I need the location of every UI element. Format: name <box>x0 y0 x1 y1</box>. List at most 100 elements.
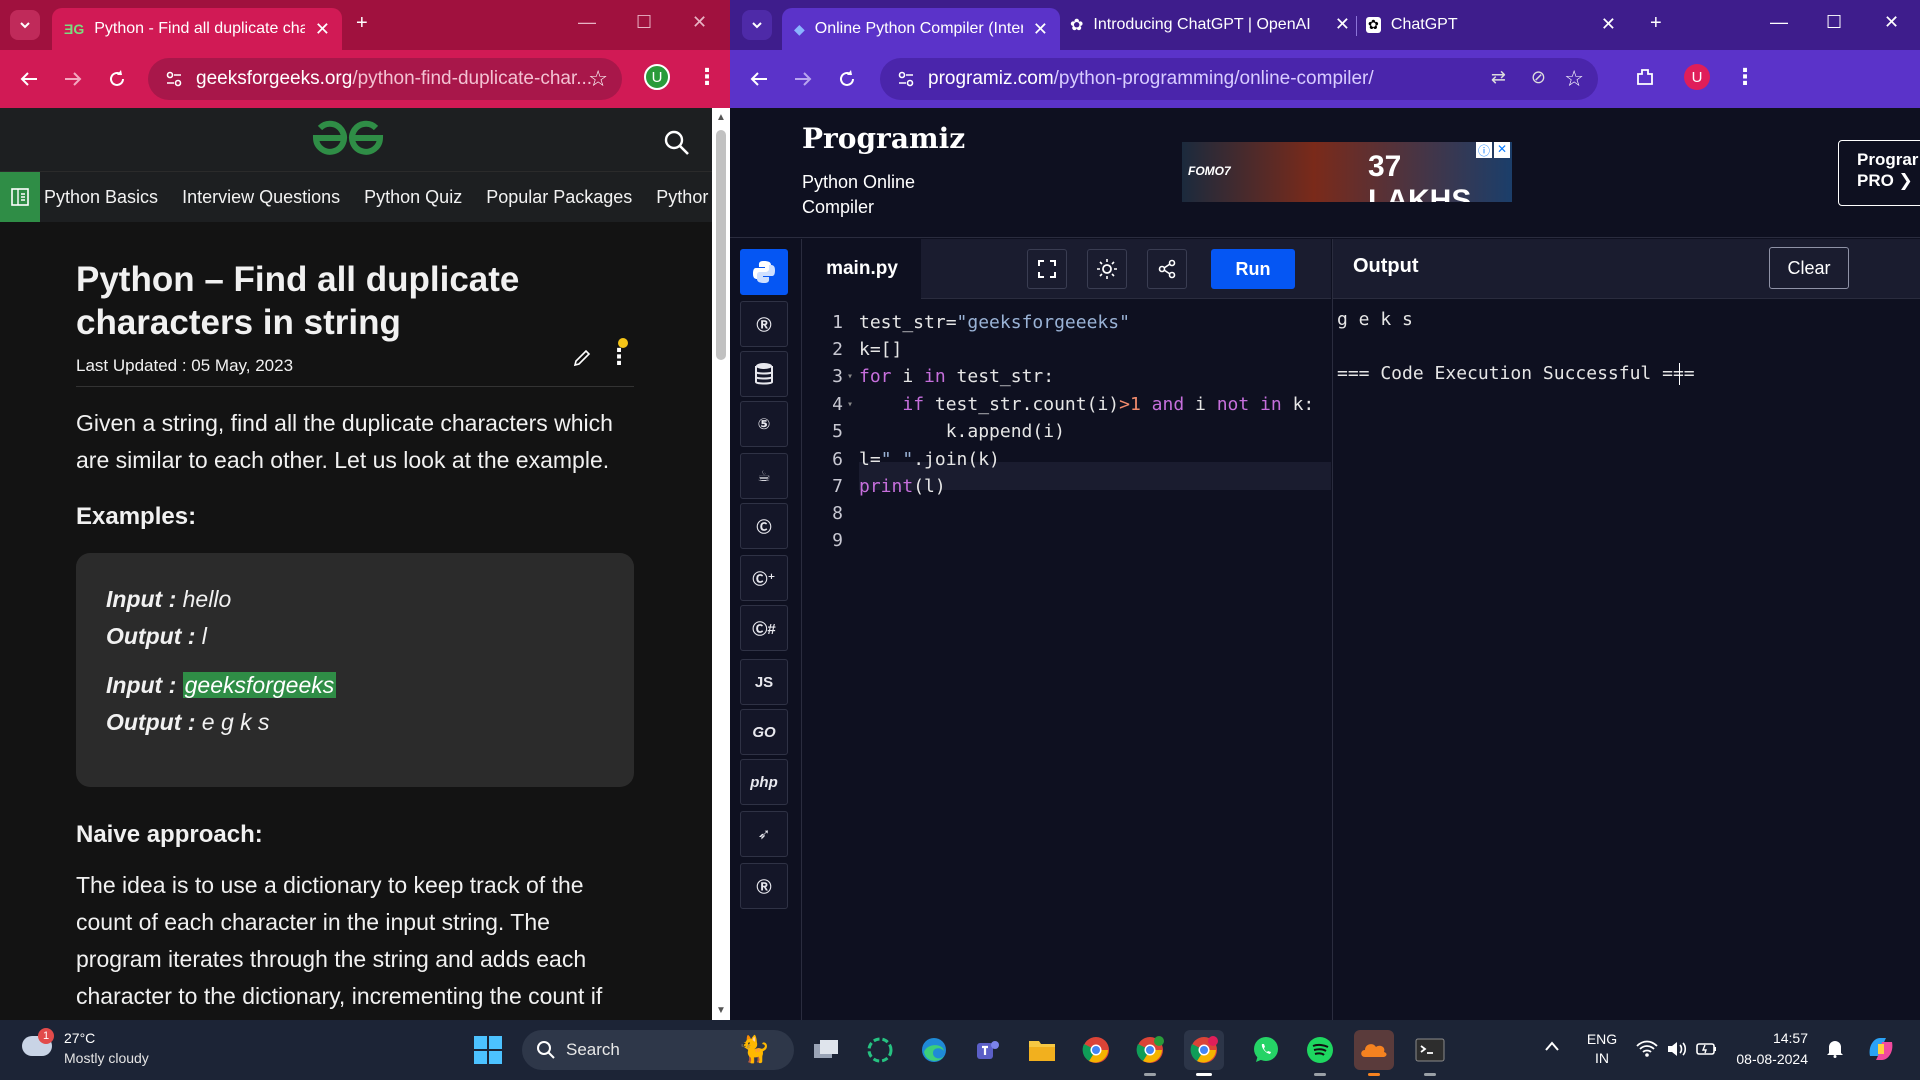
close-tab-icon[interactable]: ✕ <box>1033 19 1048 40</box>
gfg-logo[interactable] <box>310 118 386 158</box>
nav-item-popular-packages[interactable]: Popular Packages <box>474 187 644 208</box>
lang-java-icon[interactable]: ☕ <box>740 453 788 499</box>
copilot-ring-icon[interactable] <box>860 1030 900 1070</box>
battery-icon[interactable] <box>1696 1040 1718 1058</box>
maximize-button[interactable]: ☐ <box>1826 12 1842 33</box>
file-tab-main-py[interactable]: main.py <box>803 239 921 299</box>
clear-button[interactable]: Clear <box>1769 247 1849 289</box>
taskbar-search-box[interactable]: Search 🐈 <box>522 1030 794 1070</box>
lang-sql-icon[interactable] <box>740 351 788 397</box>
forward-icon[interactable] <box>62 68 84 90</box>
notification-bell-icon[interactable] <box>1826 1038 1844 1058</box>
tab-gfg[interactable]: ƎG Python - Find all duplicate char ✕ <box>52 8 342 50</box>
browser-menu-icon[interactable]: ⋮ <box>1734 64 1756 90</box>
lang-swift-icon[interactable]: ➶ <box>740 811 788 857</box>
lang-go-icon[interactable]: GO <box>740 709 788 755</box>
scroll-down-icon[interactable]: ▼ <box>716 1005 726 1016</box>
close-window-button[interactable]: ✕ <box>692 12 707 33</box>
lang-python-icon[interactable] <box>740 249 788 295</box>
translate-icon[interactable]: ⇄ <box>1491 67 1506 88</box>
profile-avatar[interactable]: U <box>1684 64 1710 90</box>
chrome-profile-icon[interactable] <box>1130 1030 1170 1076</box>
bookmark-star-icon[interactable]: ☆ <box>1564 66 1584 92</box>
advertisement-banner[interactable]: FOMO7 37 LAKHS ⓘ ✕ <box>1182 142 1512 202</box>
run-button[interactable]: Run <box>1211 249 1295 289</box>
lang-cpp-icon[interactable]: Ⓒ⁺ <box>740 555 788 601</box>
fold-arrow-icon[interactable]: ▾ <box>847 391 853 418</box>
nav-item-python-basics[interactable]: Python Basics <box>40 187 170 208</box>
task-view-icon[interactable] <box>806 1030 846 1070</box>
forward-icon[interactable] <box>792 68 814 90</box>
nav-item-python-quiz[interactable]: Python Quiz <box>352 187 474 208</box>
terminal-icon[interactable] <box>1410 1030 1450 1076</box>
lang-c-icon[interactable]: Ⓒ <box>740 503 788 549</box>
lang-rust-icon[interactable]: Ⓡ <box>740 863 788 909</box>
fold-arrow-icon[interactable]: ▾ <box>847 363 853 390</box>
nav-item-python[interactable]: Pythor <box>644 187 712 208</box>
close-tab-icon[interactable]: ✕ <box>315 19 330 40</box>
search-icon[interactable] <box>664 130 690 156</box>
tab-chatgpt[interactable]: ✿ ChatGPT ✕ <box>1366 14 1616 35</box>
vertical-scrollbar[interactable]: ▲ ▼ <box>712 108 730 1020</box>
address-bar[interactable]: geeksforgeeks.org/python-find-duplicate-… <box>148 58 622 100</box>
theme-toggle-icon[interactable] <box>1087 249 1127 289</box>
lang-csharp-icon[interactable]: Ⓒ# <box>740 605 788 651</box>
edge-icon[interactable] <box>914 1030 954 1070</box>
cloud-app-icon[interactable] <box>1354 1030 1394 1076</box>
lang-javascript-icon[interactable]: JS <box>740 659 788 705</box>
site-info-icon[interactable] <box>896 69 916 89</box>
fullscreen-icon[interactable] <box>1027 249 1067 289</box>
bookmark-star-icon[interactable]: ☆ <box>588 66 608 92</box>
eye-off-icon[interactable]: ⊘ <box>1531 67 1546 88</box>
clock[interactable]: 14:57 08-08-2024 <box>1728 1028 1808 1070</box>
teams-icon[interactable] <box>968 1030 1008 1070</box>
weather-widget[interactable]: 1 27°C Mostly cloudy <box>20 1028 200 1072</box>
start-windows-icon[interactable] <box>468 1030 508 1070</box>
tab-search-button[interactable] <box>10 10 40 40</box>
whatsapp-icon[interactable] <box>1246 1030 1286 1070</box>
code-editor[interactable]: 1 test_str="geeksforgeeeks" 2 k=[] 3 ▾ for i… <box>803 299 1331 1020</box>
lang-html5-icon[interactable]: ⑤ <box>740 401 788 447</box>
chrome-active-icon[interactable] <box>1184 1030 1224 1076</box>
new-tab-button[interactable]: + <box>356 12 368 35</box>
wifi-icon[interactable] <box>1636 1040 1658 1058</box>
lang-r-icon[interactable]: Ⓡ <box>740 301 788 347</box>
lang-php-icon[interactable]: php <box>740 759 788 805</box>
chrome-icon[interactable] <box>1076 1030 1116 1070</box>
output-console[interactable]: g e k s === Code Execution Successful ==… <box>1332 299 1920 1020</box>
reload-icon[interactable] <box>106 68 128 90</box>
ad-info-icon[interactable]: ⓘ <box>1476 142 1492 158</box>
scroll-up-icon[interactable]: ▲ <box>716 112 726 123</box>
volume-icon[interactable] <box>1666 1040 1688 1058</box>
edit-pencil-icon[interactable] <box>572 348 592 368</box>
site-info-icon[interactable] <box>164 69 184 89</box>
back-icon[interactable] <box>748 68 770 90</box>
maximize-button[interactable]: ☐ <box>636 12 652 33</box>
new-tab-button[interactable]: + <box>1650 12 1662 35</box>
sidebar-toggle-icon[interactable] <box>0 172 40 222</box>
tab-introducing-chatgpt[interactable]: ✿ Introducing ChatGPT | OpenAI ✕ <box>1070 14 1350 35</box>
browser-menu-icon[interactable]: ⋮ <box>696 64 718 90</box>
programiz-pro-button[interactable]: Prograr PRO ❯ <box>1838 140 1920 206</box>
file-explorer-icon[interactable] <box>1022 1030 1062 1070</box>
language-indicator[interactable]: ENG IN <box>1584 1030 1620 1068</box>
ad-close-icon[interactable]: ✕ <box>1494 142 1510 158</box>
close-window-button[interactable]: ✕ <box>1884 12 1899 33</box>
scrollbar-thumb[interactable] <box>716 130 726 360</box>
close-tab-icon[interactable]: ✕ <box>1601 14 1616 35</box>
show-hidden-icons-chevron[interactable] <box>1544 1040 1560 1052</box>
back-icon[interactable] <box>18 68 40 90</box>
minimize-button[interactable]: — <box>578 12 596 33</box>
article-more-icon[interactable]: ⋮ <box>608 344 630 370</box>
tab-search-button[interactable] <box>742 10 772 40</box>
extensions-icon[interactable] <box>1634 66 1656 88</box>
programiz-logo[interactable]: Programiz <box>802 122 965 155</box>
minimize-button[interactable]: — <box>1770 12 1788 33</box>
profile-avatar[interactable]: U <box>644 64 670 90</box>
spotify-icon[interactable] <box>1300 1030 1340 1076</box>
nav-item-interview-questions[interactable]: Interview Questions <box>170 187 352 208</box>
share-icon[interactable] <box>1147 249 1187 289</box>
address-bar[interactable]: programiz.com/python-programming/online-… <box>880 58 1598 100</box>
close-tab-icon[interactable]: ✕ <box>1335 14 1350 35</box>
tab-online-python-compiler[interactable]: ◆ Online Python Compiler (Inter ✕ <box>782 8 1060 50</box>
